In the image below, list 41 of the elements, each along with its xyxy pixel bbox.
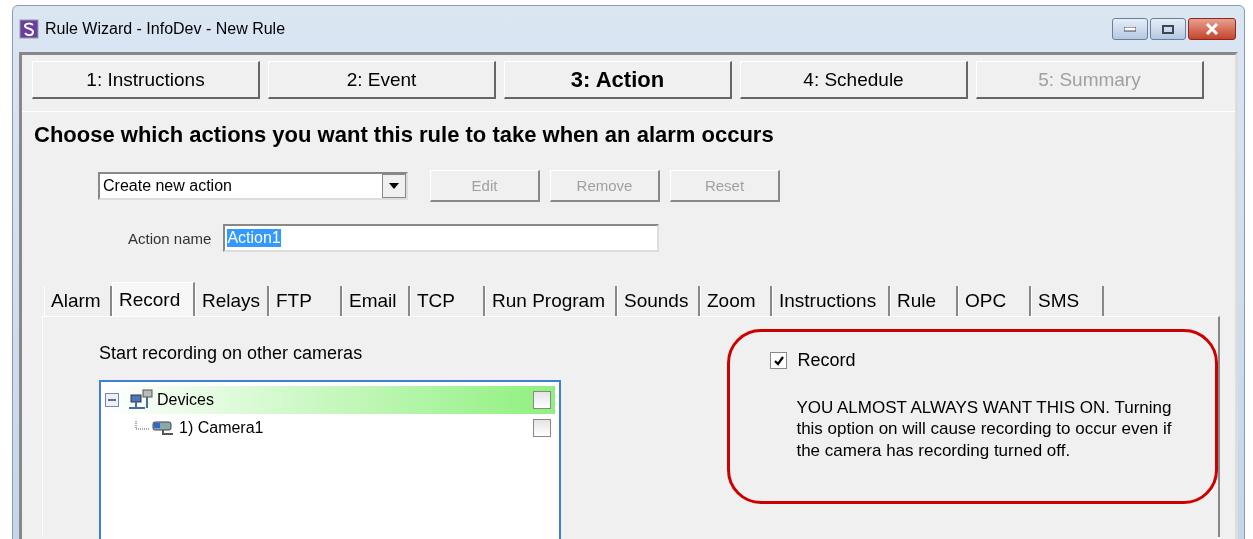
maximize-icon — [1162, 24, 1174, 34]
tab[interactable]: Zoom — [700, 286, 772, 316]
checkbox[interactable] — [770, 352, 788, 369]
wizard-step-button[interactable]: 1: Instructions — [32, 61, 260, 99]
page-heading: Choose which actions you want this rule to take when an alarm occurs — [34, 122, 775, 148]
field-label: Action name — [128, 229, 212, 247]
tab[interactable]: Relays — [195, 286, 269, 316]
app-logo-icon — [19, 19, 39, 39]
tab[interactable]: Instructions — [772, 286, 890, 316]
tree-label: 1) Camera1 — [179, 419, 265, 437]
close-icon — [1205, 23, 1219, 35]
maximize-button[interactable] — [1150, 18, 1186, 40]
checkbox[interactable] — [533, 391, 551, 409]
tree-label: Devices — [157, 391, 215, 409]
action-dropdown[interactable]: Create new action — [98, 172, 408, 200]
dropdown-arrow-icon — [389, 183, 399, 189]
checkbox-label: Record — [797, 350, 856, 371]
tab[interactable]: OPC — [958, 286, 1031, 316]
tab[interactable]: FTP — [269, 286, 342, 316]
minimize-icon — [1124, 26, 1136, 32]
tab[interactable]: SMS — [1031, 286, 1104, 316]
device-tree[interactable]: Devices 1) Camera1 — [99, 380, 561, 539]
collapse-icon[interactable] — [105, 393, 119, 407]
window-title: Rule Wizard - InfoDev - New Rule — [45, 20, 287, 38]
checkbox[interactable] — [533, 419, 551, 437]
tab[interactable]: Sounds — [617, 286, 700, 316]
tab[interactable]: Rule — [890, 286, 958, 316]
tab[interactable]: Record — [112, 282, 195, 316]
tab[interactable]: TCP — [410, 286, 485, 316]
close-button[interactable] — [1188, 18, 1236, 40]
tab[interactable]: Run Program — [485, 286, 617, 316]
tab[interactable]: Email — [342, 286, 410, 316]
wizard-step-button[interactable]: 4: Schedule — [740, 61, 968, 99]
tree-row[interactable]: Devices — [105, 386, 555, 414]
section-label: Start recording on other cameras — [99, 343, 364, 364]
wizard-step-button[interactable]: 2: Event — [268, 61, 496, 99]
tree-row[interactable]: 1) Camera1 — [105, 414, 555, 442]
wizard-step-button[interactable]: 3: Action — [504, 61, 732, 99]
note-text: YOU ALMOST ALWAYS WANT THIS ON. Turning this option on will cause recording to occur even if the camera has recording turned off. — [796, 397, 1173, 461]
minimize-button[interactable] — [1112, 18, 1148, 40]
tab[interactable]: Alarm — [44, 286, 112, 316]
